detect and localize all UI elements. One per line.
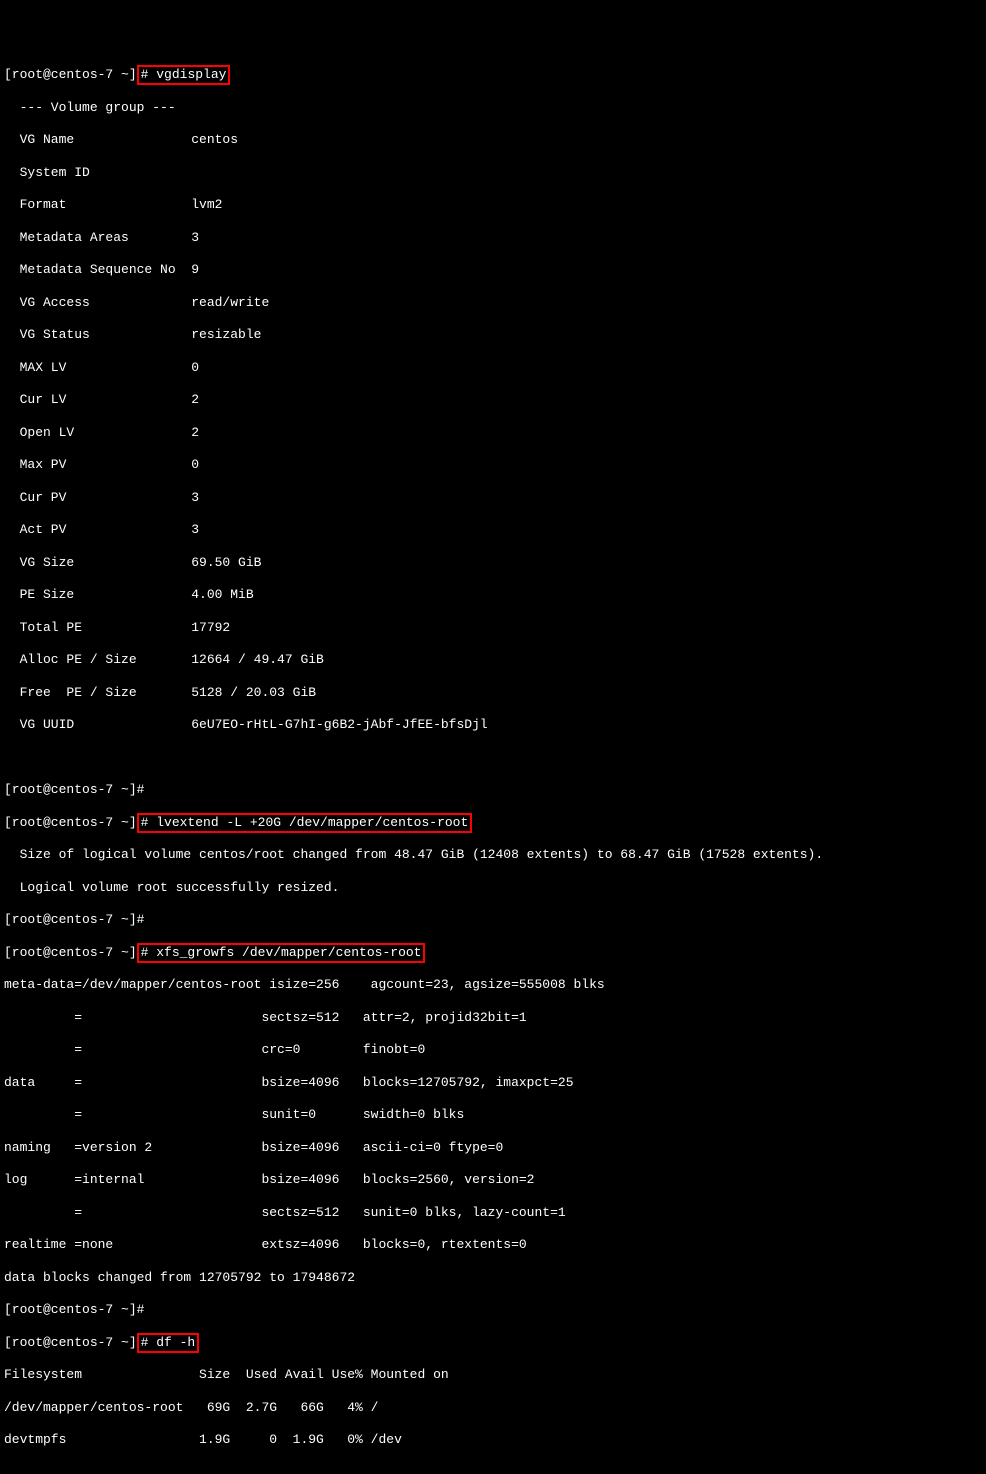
shell-prompt: [root@centos-7 ~] xyxy=(4,1335,137,1350)
output-line: PE Size 4.00 MiB xyxy=(4,587,982,603)
output-line: Free PE / Size 5128 / 20.03 GiB xyxy=(4,685,982,701)
shell-prompt: [root@centos-7 ~] xyxy=(4,815,137,830)
output-line: VG Size 69.50 GiB xyxy=(4,555,982,571)
blank-line xyxy=(4,750,982,766)
terminal-line: [root@centos-7 ~] # df -h xyxy=(4,1335,982,1351)
output-line: data = bsize=4096 blocks=12705792, imaxp… xyxy=(4,1075,982,1091)
shell-prompt: [root@centos-7 ~]# xyxy=(4,912,982,928)
output-line: VG Access read/write xyxy=(4,295,982,311)
output-line: Max PV 0 xyxy=(4,457,982,473)
output-line: Open LV 2 xyxy=(4,425,982,441)
output-line: devtmpfs 1.9G 0 1.9G 0% /dev xyxy=(4,1432,982,1448)
output-line: = sectsz=512 attr=2, projid32bit=1 xyxy=(4,1010,982,1026)
output-line: Format lvm2 xyxy=(4,197,982,213)
output-line: Logical volume root successfully resized… xyxy=(4,880,982,896)
output-line: System ID xyxy=(4,165,982,181)
output-line: VG UUID 6eU7EO-rHtL-G7hI-g6B2-jAbf-JfEE-… xyxy=(4,717,982,733)
output-line: Metadata Areas 3 xyxy=(4,230,982,246)
shell-prompt: [root@centos-7 ~]# xyxy=(4,1302,982,1318)
output-line: Act PV 3 xyxy=(4,522,982,538)
output-line: MAX LV 0 xyxy=(4,360,982,376)
output-line: Total PE 17792 xyxy=(4,620,982,636)
command-highlight-df: # df -h xyxy=(137,1333,200,1353)
output-line: naming =version 2 bsize=4096 ascii-ci=0 … xyxy=(4,1140,982,1156)
shell-prompt: [root@centos-7 ~] xyxy=(4,945,137,960)
output-line: Size of logical volume centos/root chang… xyxy=(4,847,982,863)
output-line: Alloc PE / Size 12664 / 49.47 GiB xyxy=(4,652,982,668)
output-line: meta-data=/dev/mapper/centos-root isize=… xyxy=(4,977,982,993)
command-text: # df -h xyxy=(141,1335,196,1350)
terminal-line: [root@centos-7 ~]# vgdisplay xyxy=(4,67,982,83)
command-text: # xfs_growfs /dev/mapper/centos-root xyxy=(141,945,422,960)
command-highlight-vgdisplay: # vgdisplay xyxy=(137,65,231,85)
output-line: Cur PV 3 xyxy=(4,490,982,506)
shell-prompt: [root@centos-7 ~]# xyxy=(4,782,982,798)
output-line: data blocks changed from 12705792 to 179… xyxy=(4,1270,982,1286)
command-text: # lvextend -L +20G /dev/mapper/centos-ro… xyxy=(141,815,469,830)
output-line: VG Status resizable xyxy=(4,327,982,343)
output-line: Metadata Sequence No 9 xyxy=(4,262,982,278)
command-highlight-xfsgrowfs: # xfs_growfs /dev/mapper/centos-root xyxy=(137,943,426,963)
output-line: /dev/mapper/centos-root 69G 2.7G 66G 4% … xyxy=(4,1400,982,1416)
output-line: = sunit=0 swidth=0 blks xyxy=(4,1107,982,1123)
terminal-line: [root@centos-7 ~] # lvextend -L +20G /dev… xyxy=(4,815,982,831)
output-line: realtime =none extsz=4096 blocks=0, rtex… xyxy=(4,1237,982,1253)
output-line: Filesystem Size Used Avail Use% Mounted … xyxy=(4,1367,982,1383)
output-line: log =internal bsize=4096 blocks=2560, ve… xyxy=(4,1172,982,1188)
output-line: --- Volume group --- xyxy=(4,100,982,116)
output-line: VG Name centos xyxy=(4,132,982,148)
output-line: = sectsz=512 sunit=0 blks, lazy-count=1 xyxy=(4,1205,982,1221)
terminal-line: [root@centos-7 ~] # xfs_growfs /dev/mappe… xyxy=(4,945,982,961)
output-line: = crc=0 finobt=0 xyxy=(4,1042,982,1058)
output-line: Cur LV 2 xyxy=(4,392,982,408)
command-text: vgdisplay xyxy=(148,67,226,82)
command-highlight-lvextend: # lvextend -L +20G /dev/mapper/centos-ro… xyxy=(137,813,473,833)
shell-prompt: [root@centos-7 ~] xyxy=(4,67,137,82)
